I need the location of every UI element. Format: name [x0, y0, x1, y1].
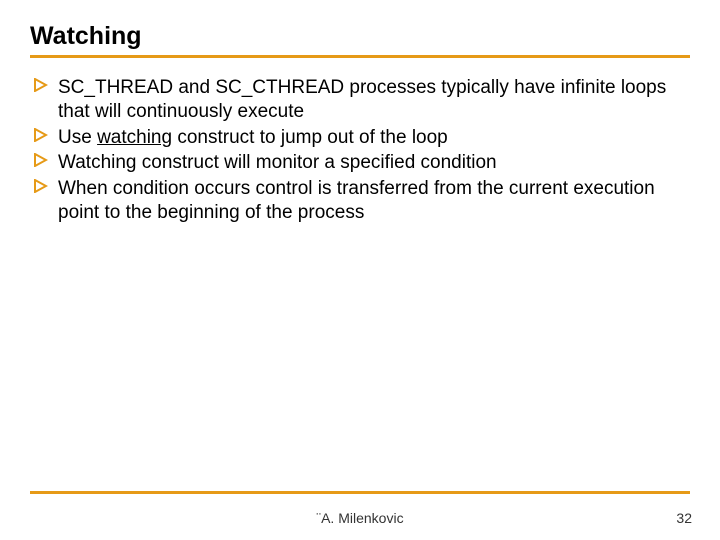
footer-divider: [30, 491, 690, 494]
list-item: When condition occurs control is transfe…: [34, 177, 690, 225]
list-item: SC_THREAD and SC_CTHREAD processes typic…: [34, 76, 690, 124]
footer-text: ¨A. Milenkovic: [0, 510, 720, 526]
slide-title: Watching: [30, 22, 690, 51]
list-item: Use watching construct to jump out of th…: [34, 126, 690, 150]
footer-author: A. Milenkovic: [321, 510, 403, 526]
title-divider: [30, 55, 690, 58]
list-item-text: Use watching construct to jump out of th…: [58, 127, 448, 148]
bullet-marker-icon: [34, 153, 48, 167]
list-item-text: Watching construct will monitor a specif…: [58, 152, 497, 173]
list-item: Watching construct will monitor a specif…: [34, 151, 690, 175]
bullet-marker-icon: [34, 128, 48, 142]
bullet-marker-icon: [34, 78, 48, 92]
bullet-marker-icon: [34, 179, 48, 193]
page-number: 32: [676, 510, 692, 526]
list-item-text: When condition occurs control is transfe…: [58, 178, 655, 223]
bullet-list: SC_THREAD and SC_CTHREAD processes typic…: [30, 76, 690, 225]
list-item-text: SC_THREAD and SC_CTHREAD processes typic…: [58, 77, 666, 122]
slide: Watching SC_THREAD and SC_CTHREAD proces…: [0, 0, 720, 540]
